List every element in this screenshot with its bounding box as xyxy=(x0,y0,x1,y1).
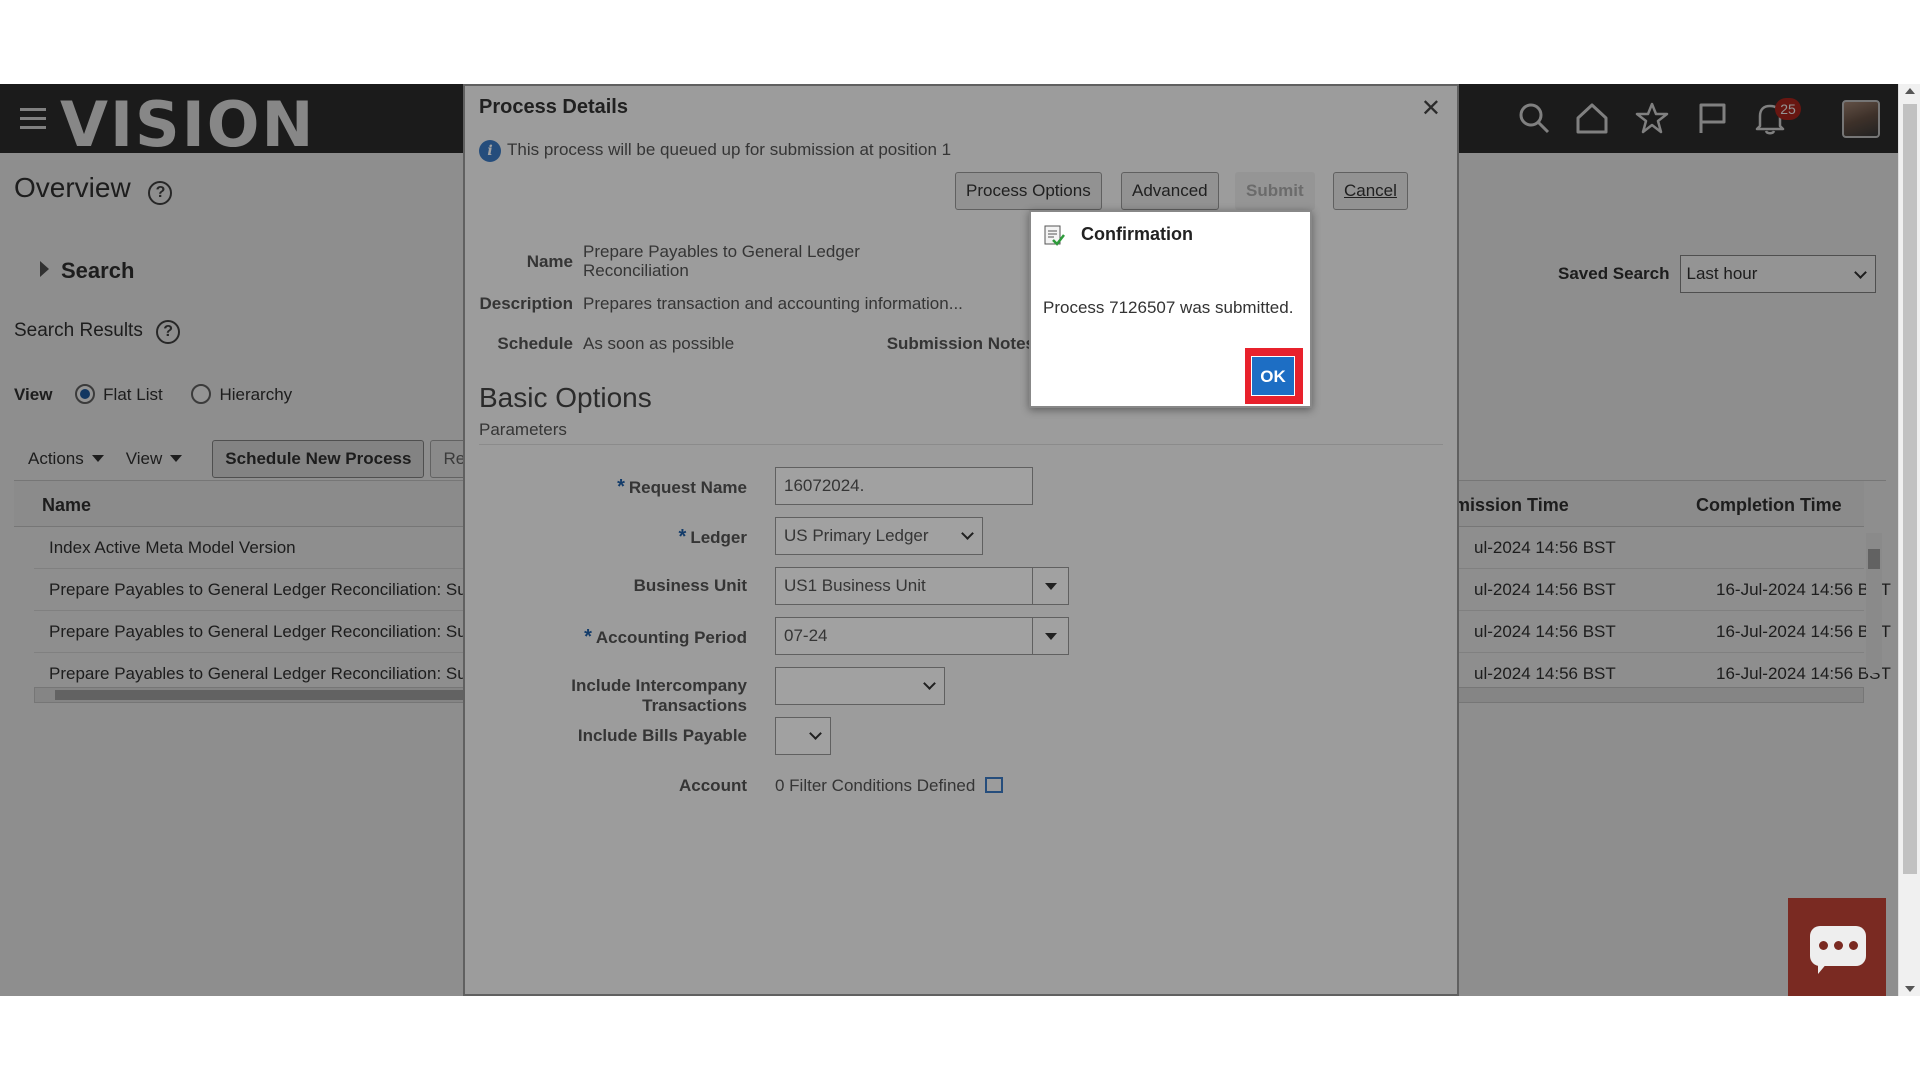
scrollbar-thumb[interactable] xyxy=(1903,104,1917,874)
scroll-down-icon[interactable] xyxy=(1905,986,1915,992)
chat-bubble-icon xyxy=(1810,926,1866,974)
page-vertical-scrollbar[interactable] xyxy=(1898,84,1920,996)
ok-button[interactable]: OK xyxy=(1251,356,1295,396)
ok-highlight: OK xyxy=(1245,348,1303,404)
confirmation-message: Process 7126507 was submitted. xyxy=(1043,298,1294,317)
confirmation-dialog: Confirmation Process 7126507 was submitt… xyxy=(1029,210,1312,408)
app-screen: VISION 25 Overview ? Search Search Resul… xyxy=(0,84,1920,996)
confirmation-title: Confirmation xyxy=(1081,224,1193,244)
confirmation-check-icon xyxy=(1043,224,1065,246)
scroll-up-icon[interactable] xyxy=(1905,88,1915,94)
chat-button[interactable] xyxy=(1788,898,1886,996)
